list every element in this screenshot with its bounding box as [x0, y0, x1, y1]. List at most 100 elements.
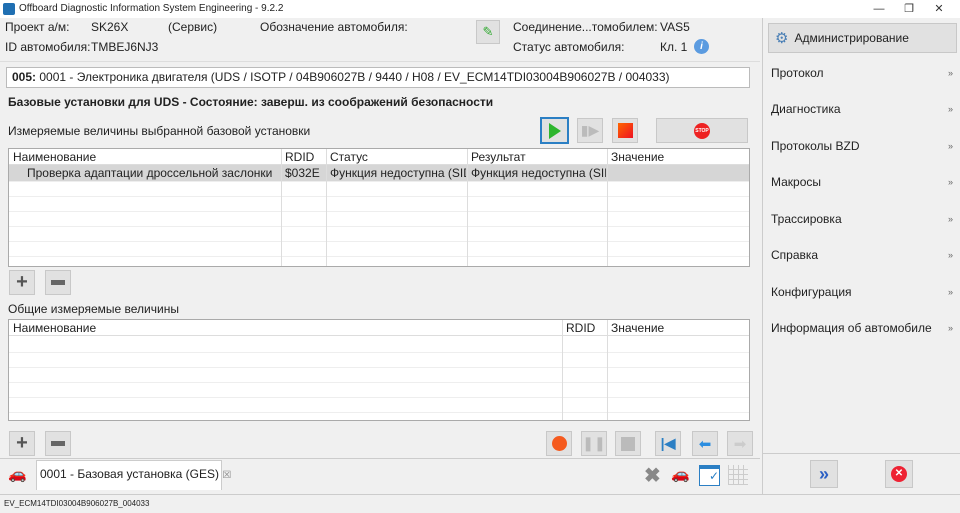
sidebar-item-tracing[interactable]: Трассировка»: [771, 210, 957, 228]
general-values-label: Общие измеряемые величины: [8, 302, 179, 316]
gear-icon: ⚙: [775, 30, 789, 47]
column-header-rdid[interactable]: RDID: [566, 320, 595, 336]
stop-square-icon: [617, 123, 633, 138]
vehicle-icon[interactable]: 🚗: [671, 465, 690, 483]
row-status: Функция недоступна (SID...: [330, 166, 466, 180]
mode-value: (Сервис): [168, 20, 218, 34]
arrow-right-icon: ➡: [733, 435, 747, 453]
page-title: Базовые установки для UDS - Состояние: з…: [8, 95, 494, 109]
tab-basic-setting[interactable]: 0001 - Базовая установка (GES) ☒: [36, 460, 231, 490]
stop-icon: [621, 436, 635, 451]
first-button[interactable]: |◀: [655, 431, 681, 456]
administration-label: Администрирование: [794, 31, 909, 45]
sidebar: ⚙ Администрирование Протокол» Диагностика…: [762, 18, 960, 494]
row-rdid: $032E: [285, 166, 320, 180]
row-result: Функция недоступна (SID...: [471, 166, 606, 180]
tab-close-icon[interactable]: ☒: [222, 470, 231, 481]
status-bar: EV_ECM14TDI03004B906027B_004033: [0, 494, 960, 512]
record-icon: [551, 436, 567, 451]
column-header-rdid[interactable]: RDID: [285, 149, 314, 165]
chevron-down-icon: »: [947, 287, 953, 297]
car-icon: 🚗: [8, 466, 27, 483]
chevron-down-icon: »: [947, 68, 953, 78]
forward-button[interactable]: ➡: [727, 431, 753, 456]
record-button[interactable]: [546, 431, 572, 456]
close-button[interactable]: ✕: [924, 0, 954, 18]
sidebar-item-macros[interactable]: Макросы»: [771, 173, 957, 191]
add-general-button[interactable]: +: [9, 431, 35, 456]
general-values-table: Наименование RDID Значение: [8, 319, 750, 421]
sidebar-item-protocol[interactable]: Протокол»: [771, 64, 957, 82]
connection-label: Соединение...томобилем:: [513, 20, 658, 34]
arrow-left-icon: ⬅: [698, 435, 712, 453]
plus-icon: +: [16, 432, 28, 454]
title-bar: Offboard Diagnostic Information System E…: [0, 0, 960, 18]
chevron-down-icon: »: [947, 214, 953, 224]
module-description: 0001 - Электроника двигателя (UDS / ISOT…: [36, 70, 670, 84]
vehicle-id-value: TMBEJ6NJ3: [91, 40, 159, 54]
vehicle-status-value: Кл. 15: [660, 40, 688, 54]
connection-value: VAS5: [660, 20, 690, 34]
sidebar-item-help[interactable]: Справка»: [771, 246, 957, 264]
double-chevron-right-icon: »: [818, 463, 829, 484]
window-title: Offboard Diagnostic Information System E…: [19, 3, 284, 14]
pause-button[interactable]: ❚❚: [581, 431, 607, 456]
emergency-stop-button[interactable]: STOP: [656, 118, 748, 143]
sidebar-item-diagnostics[interactable]: Диагностика»: [771, 100, 957, 118]
chevron-down-icon: »: [947, 323, 953, 333]
plus-icon: +: [16, 271, 28, 293]
column-header-value[interactable]: Значение: [611, 149, 664, 165]
row-name: Проверка адаптации дроссельной заслонки: [27, 166, 273, 180]
start-button[interactable]: [540, 117, 569, 144]
chevron-down-icon: »: [947, 141, 953, 151]
module-info: 005: 0001 - Электроника двигателя (UDS /…: [6, 67, 750, 88]
chevron-down-icon: »: [947, 104, 953, 114]
sidebar-item-configuration[interactable]: Конфигурация»: [771, 283, 957, 301]
column-header-value[interactable]: Значение: [611, 320, 664, 336]
step-button[interactable]: ▮▶: [577, 118, 603, 143]
vehicle-id-label: ID автомобиля:: [5, 40, 91, 54]
administration-button[interactable]: ⚙ Администрирование: [768, 23, 957, 53]
sidebar-item-vehicle-info[interactable]: Информация об автомобиле»: [771, 319, 957, 337]
tools-icon[interactable]: ✖: [644, 463, 661, 488]
step-icon: ▮▶: [580, 122, 600, 138]
stop-square-button[interactable]: [612, 118, 638, 143]
column-header-result[interactable]: Результат: [471, 149, 526, 165]
edit-designation-button[interactable]: ✎: [476, 20, 500, 44]
pause-icon: ❚❚: [582, 435, 606, 451]
vehicle-status-label: Статус автомобиля:: [513, 40, 625, 54]
project-label: Проект а/м:: [5, 20, 70, 34]
remove-measured-button[interactable]: [45, 270, 71, 295]
tab-label: 0001 - Базовая установка (GES): [40, 467, 219, 481]
vehicle-header: Проект а/м: SK26X (Сервис) Обозначение а…: [0, 18, 760, 62]
column-header-status[interactable]: Статус: [330, 149, 368, 165]
stop-sign-icon: STOP: [694, 122, 710, 139]
vehicle-designation-label: Обозначение автомобиля:: [260, 20, 408, 34]
chevron-down-icon: »: [947, 177, 953, 187]
minimize-button[interactable]: —: [864, 0, 894, 18]
project-value: SK26X: [91, 20, 129, 34]
continue-button[interactable]: »: [810, 460, 838, 488]
module-address: 005:: [12, 70, 37, 84]
column-header-name[interactable]: Наименование: [13, 149, 96, 165]
checklist-icon[interactable]: ✓: [699, 465, 720, 486]
close-circle-icon: ✕: [891, 466, 907, 482]
skip-back-icon: |◀: [660, 435, 676, 451]
column-header-name[interactable]: Наименование: [13, 320, 96, 336]
info-icon[interactable]: i: [694, 39, 709, 54]
sidebar-item-bzd-protocols[interactable]: Протоколы BZD»: [771, 137, 957, 155]
cancel-button[interactable]: ✕: [885, 460, 913, 488]
chevron-down-icon: »: [947, 250, 953, 260]
add-measured-button[interactable]: +: [9, 270, 35, 295]
minus-icon: [51, 280, 65, 285]
minus-icon: [51, 441, 65, 446]
grid-icon[interactable]: [728, 465, 748, 485]
stop-record-button[interactable]: [615, 431, 641, 456]
measured-values-label: Измеряемые величины выбранной базовой ус…: [8, 124, 311, 138]
remove-general-button[interactable]: [45, 431, 71, 456]
restore-button[interactable]: ❐: [894, 0, 924, 18]
edit-note-icon: ✎: [482, 24, 494, 39]
app-icon: [3, 3, 15, 15]
back-button[interactable]: ⬅: [692, 431, 718, 456]
measured-values-table: Наименование RDID Статус Результат Значе…: [8, 148, 750, 267]
